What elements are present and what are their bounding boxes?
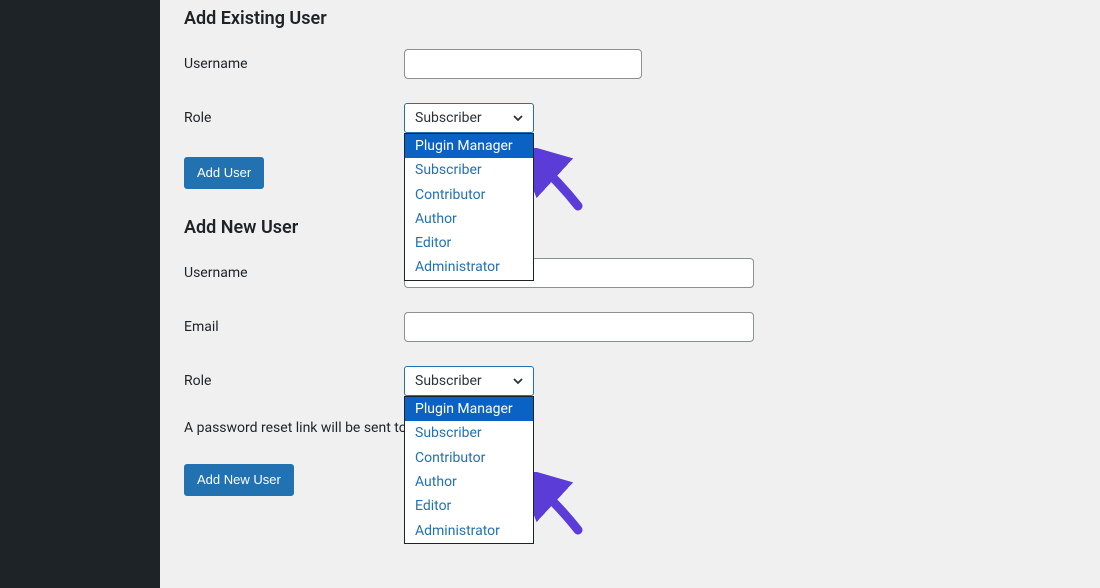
chevron-down-icon bbox=[511, 374, 525, 388]
dropdown-option[interactable]: Administrator bbox=[405, 519, 533, 543]
dropdown-option[interactable]: Contributor bbox=[405, 446, 533, 470]
dropdown-option[interactable]: Author bbox=[405, 470, 533, 494]
password-reset-help: A password reset link will be sent to bbox=[184, 420, 1076, 436]
chevron-down-icon bbox=[511, 111, 525, 125]
role-select-wrap-new: Subscriber Plugin Manager Subscriber Con… bbox=[404, 366, 534, 396]
add-user-button[interactable]: Add User bbox=[184, 157, 264, 189]
role-dropdown-existing: Plugin Manager Subscriber Contributor Au… bbox=[404, 133, 534, 281]
role-select-wrap-existing: Subscriber Plugin Manager Subscriber Con… bbox=[404, 103, 534, 133]
role-label-new: Role bbox=[184, 373, 404, 389]
username-input-existing[interactable] bbox=[404, 49, 642, 79]
section-heading-existing: Add Existing User bbox=[184, 8, 1076, 29]
add-new-user-button[interactable]: Add New User bbox=[184, 464, 294, 496]
section-heading-new: Add New User bbox=[184, 217, 1076, 238]
role-select-existing[interactable]: Subscriber bbox=[404, 103, 534, 133]
dropdown-option[interactable]: Plugin Manager bbox=[405, 134, 533, 158]
dropdown-option[interactable]: Editor bbox=[405, 231, 533, 255]
role-selected-text-existing: Subscriber bbox=[415, 110, 482, 126]
dropdown-option[interactable]: Contributor bbox=[405, 183, 533, 207]
dropdown-option[interactable]: Subscriber bbox=[405, 421, 533, 445]
role-dropdown-new: Plugin Manager Subscriber Contributor Au… bbox=[404, 396, 534, 544]
role-select-new[interactable]: Subscriber bbox=[404, 366, 534, 396]
dropdown-option[interactable]: Subscriber bbox=[405, 158, 533, 182]
email-row-new: Email bbox=[184, 312, 1076, 342]
dropdown-option[interactable]: Plugin Manager bbox=[405, 397, 533, 421]
username-row-existing: Username bbox=[184, 49, 1076, 79]
add-new-user-section: Add New User Username Email Role Subscri… bbox=[184, 217, 1076, 496]
add-existing-user-section: Add Existing User Username Role Subscrib… bbox=[184, 8, 1076, 189]
main-content: Add Existing User Username Role Subscrib… bbox=[160, 0, 1100, 588]
username-label-new: Username bbox=[184, 265, 404, 281]
username-label-existing: Username bbox=[184, 56, 404, 72]
role-label-existing: Role bbox=[184, 110, 404, 126]
email-input-new[interactable] bbox=[404, 312, 754, 342]
email-label-new: Email bbox=[184, 319, 404, 335]
role-row-existing: Role Subscriber Plugin Manager Subscribe… bbox=[184, 103, 1076, 133]
dropdown-option[interactable]: Administrator bbox=[405, 255, 533, 279]
admin-sidebar bbox=[0, 0, 160, 588]
dropdown-option[interactable]: Editor bbox=[405, 494, 533, 518]
role-row-new: Role Subscriber Plugin Manager Subscribe… bbox=[184, 366, 1076, 396]
username-row-new: Username bbox=[184, 258, 1076, 288]
dropdown-option[interactable]: Author bbox=[405, 207, 533, 231]
role-selected-text-new: Subscriber bbox=[415, 373, 482, 389]
